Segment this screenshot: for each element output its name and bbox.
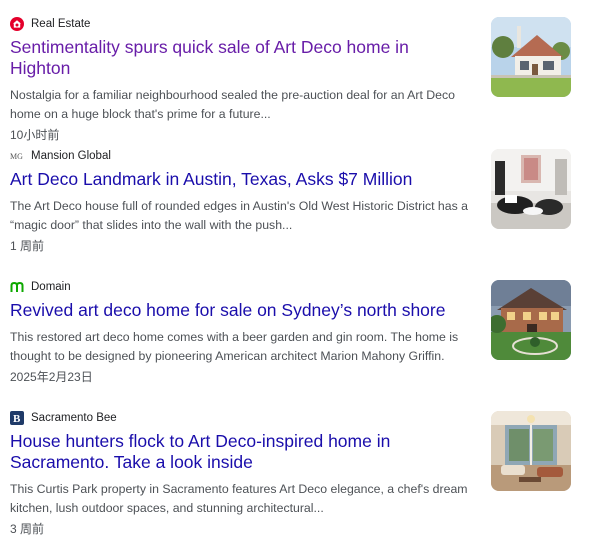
news-timestamp: 10小时前: [10, 128, 60, 142]
realestate-house-icon: [10, 17, 24, 31]
news-snippet: This Curtis Park property in Sacramento …: [10, 482, 468, 515]
source-name: Mansion Global: [31, 150, 111, 162]
news-source[interactable]: B Sacramento Bee: [10, 410, 472, 426]
news-headline-link[interactable]: Revived art deco home for sale on Sydney…: [10, 300, 472, 321]
news-text: MG Mansion Global Art Deco Landmark in A…: [10, 148, 472, 255]
interior-room-image[interactable]: [491, 411, 571, 491]
news-snippet: This restored art deco home comes with a…: [10, 330, 459, 363]
svg-text:B: B: [13, 413, 21, 425]
news-source[interactable]: Real Estate: [10, 16, 472, 32]
news-text: B Sacramento Bee House hunters flock to …: [10, 410, 472, 538]
news-timestamp: 3 周前: [10, 522, 45, 536]
news-headline-link[interactable]: Art Deco Landmark in Austin, Texas, Asks…: [10, 169, 472, 190]
news-headline-link[interactable]: House hunters flock to Art Deco-inspired…: [10, 431, 472, 473]
mansion-global-logo-icon: MG: [10, 149, 24, 163]
domain-logo-icon: [10, 280, 24, 294]
news-snippet: Nostalgia for a familiar neighbourhood s…: [10, 88, 456, 121]
news-source[interactable]: Domain: [10, 279, 472, 295]
news-results-list: Real Estate Sentimentality spurs quick s…: [0, 0, 600, 545]
news-text: Domain Revived art deco home for sale on…: [10, 279, 472, 386]
news-source[interactable]: MG Mansion Global: [10, 148, 472, 164]
mansion-garden-image[interactable]: [491, 280, 571, 360]
house-exterior-image[interactable]: [491, 17, 571, 97]
sacramento-bee-logo-icon: B: [10, 411, 24, 425]
news-text: Real Estate Sentimentality spurs quick s…: [10, 16, 472, 144]
living-room-image[interactable]: [491, 149, 571, 229]
news-headline-link[interactable]: Sentimentality spurs quick sale of Art D…: [10, 37, 472, 79]
source-name: Real Estate: [31, 18, 91, 30]
news-timestamp: 1 周前: [10, 239, 45, 253]
source-name: Domain: [31, 281, 71, 293]
svg-text:MG: MG: [10, 152, 23, 161]
source-name: Sacramento Bee: [31, 412, 117, 424]
news-snippet: The Art Deco house full of rounded edges…: [10, 199, 469, 232]
news-timestamp: 2025年2月23日: [10, 370, 93, 384]
